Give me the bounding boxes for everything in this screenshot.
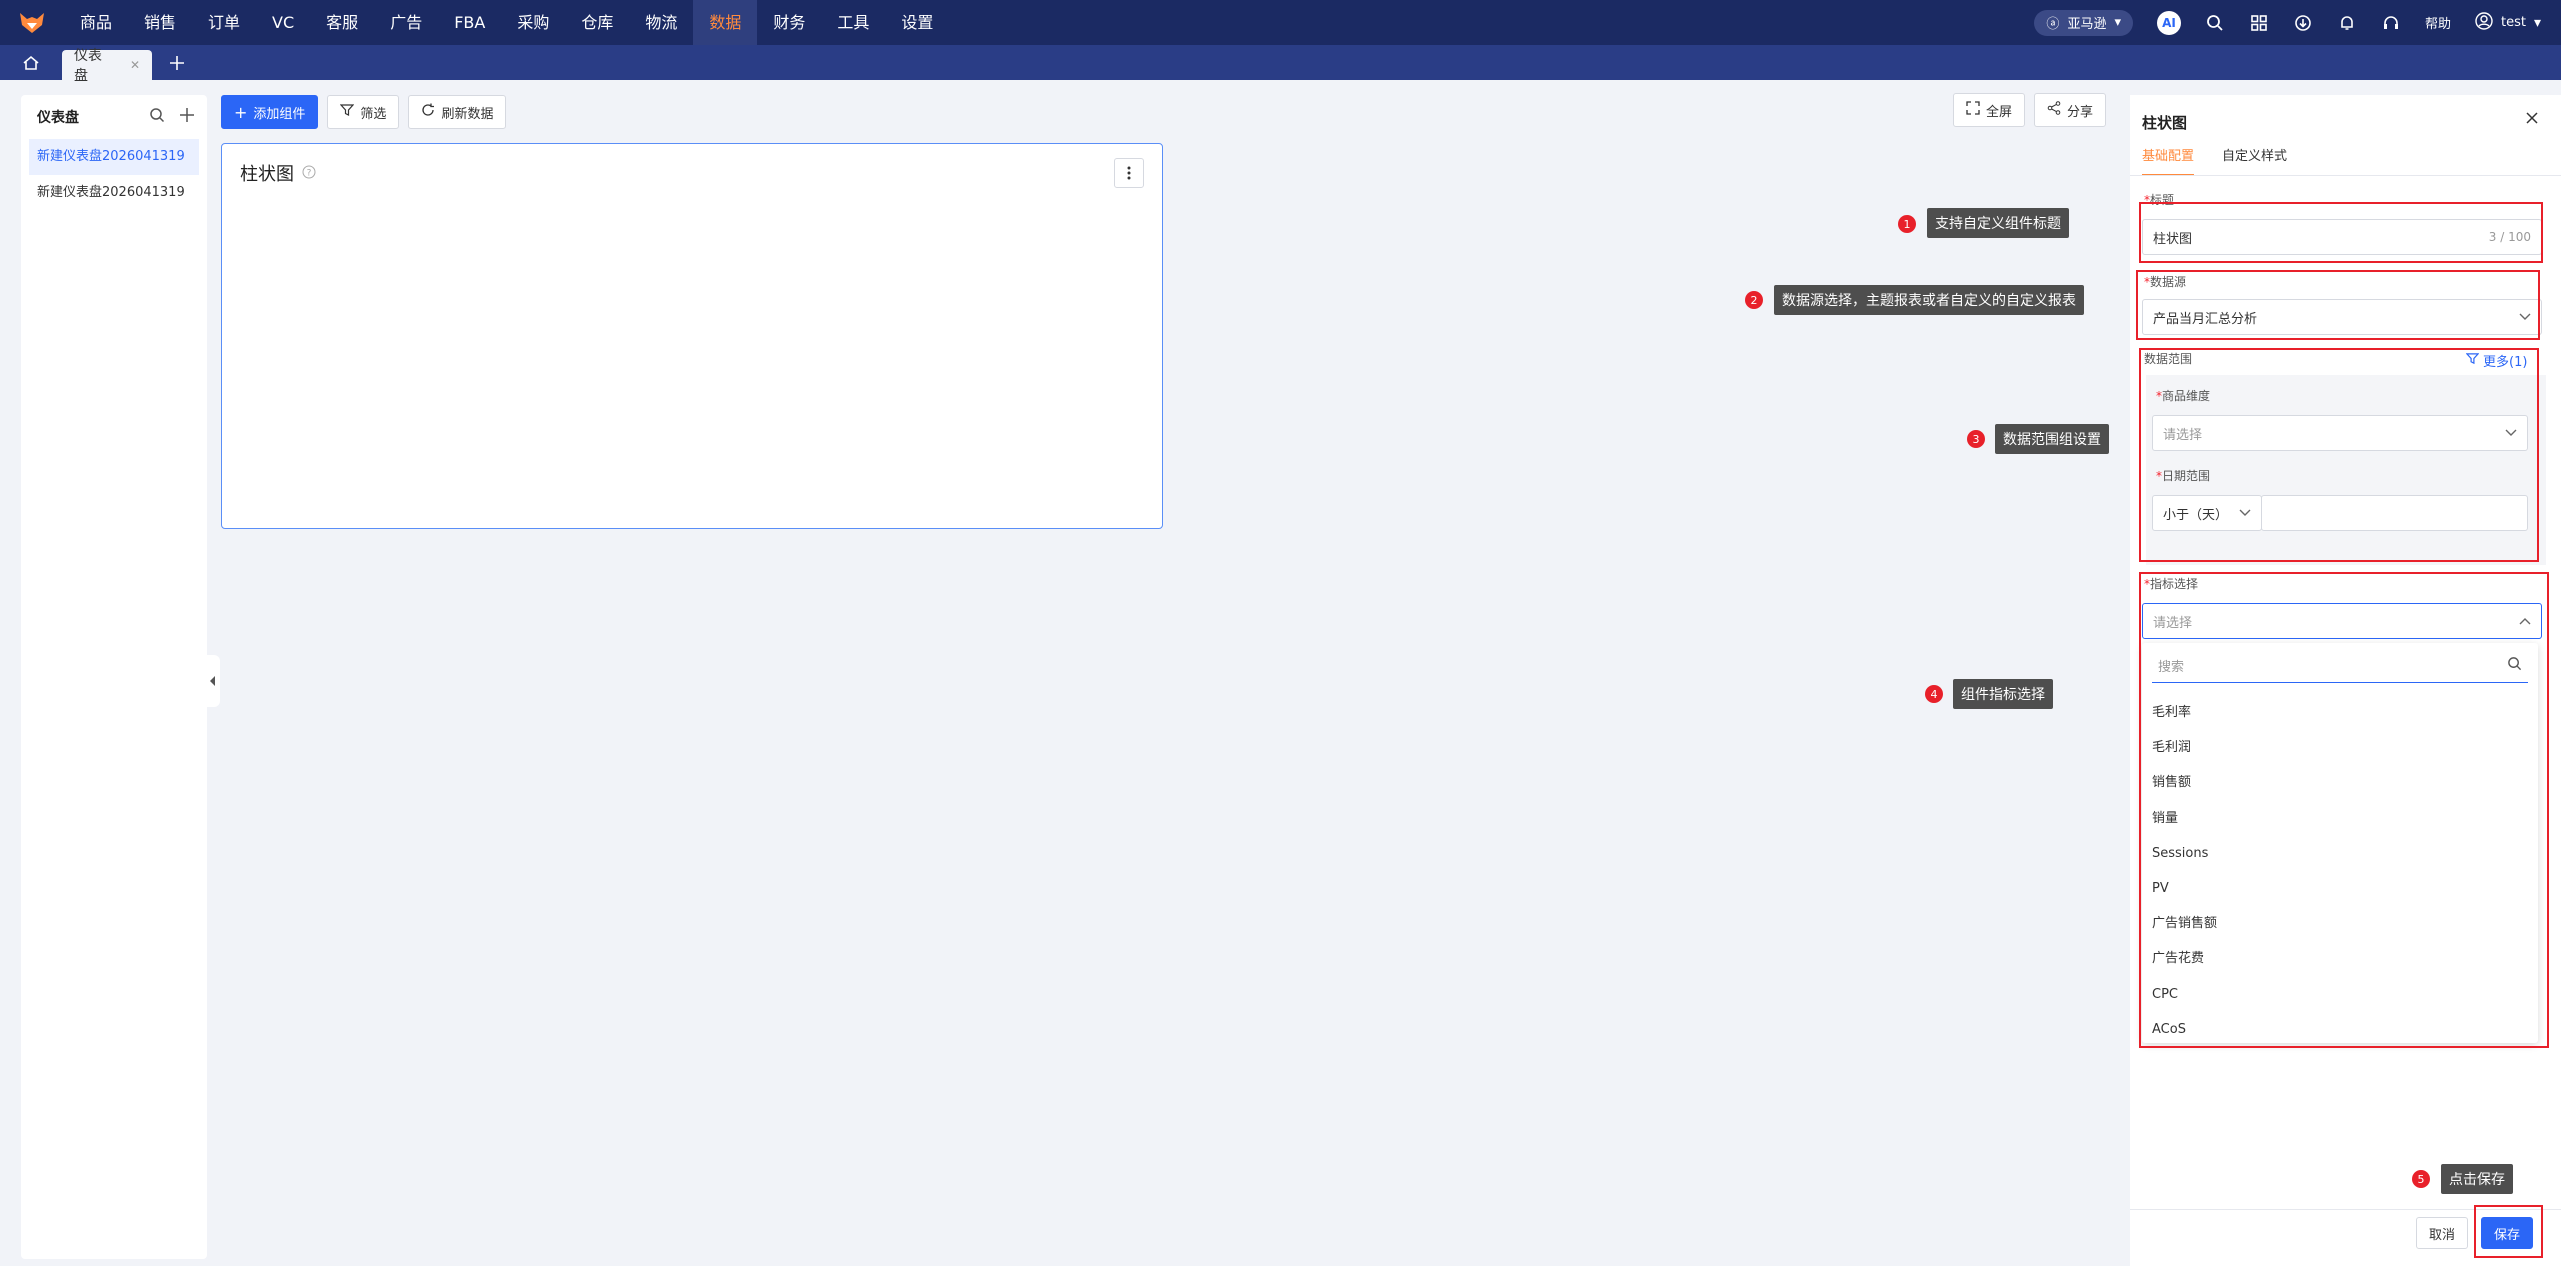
annotation-box-save	[2474, 1205, 2543, 1258]
nav-item-ads[interactable]: 广告	[374, 0, 438, 45]
annotation-tooltip: 数据范围组设置	[1995, 424, 2109, 454]
nav-item-logistics[interactable]: 物流	[629, 0, 693, 45]
dashboard-toolbar-right: 全屏 分享	[1953, 93, 2107, 127]
user-name: test	[2501, 15, 2526, 30]
annotation-box-metric	[2139, 572, 2549, 1048]
main-menu: 商品 销售 订单 VC 客服 广告 FBA 采购 仓库 物流 数据 财务 工具 …	[64, 0, 949, 45]
apps-grid-icon[interactable]	[2249, 13, 2269, 33]
annotation-box-title	[2139, 202, 2543, 263]
nav-item-tools[interactable]: 工具	[821, 0, 885, 45]
ai-assistant-icon[interactable]: AI	[2156, 10, 2181, 35]
download-icon[interactable]	[2293, 13, 2313, 33]
home-icon[interactable]	[0, 45, 62, 80]
dashboard-list-panel: 仪表盘 新建仪表盘2026041319 新建仪表盘2026041319	[21, 95, 207, 1259]
add-tab-icon[interactable]	[152, 45, 202, 80]
help-link[interactable]: 帮助	[2425, 13, 2451, 32]
user-menu[interactable]: test ▾	[2475, 11, 2541, 34]
search-icon[interactable]	[2205, 13, 2225, 33]
annotation-badge: 1	[1898, 215, 1916, 233]
nav-item-orders[interactable]: 订单	[192, 0, 256, 45]
fullscreen-icon	[1966, 101, 1980, 119]
config-tabs: 基础配置 自定义样式	[2142, 145, 2287, 176]
close-icon[interactable]	[2525, 111, 2539, 129]
add-widget-label: 添加组件	[253, 106, 306, 122]
filter-label: 筛选	[360, 106, 387, 122]
headset-icon[interactable]	[2381, 13, 2401, 33]
dashboard-list-item[interactable]: 新建仪表盘2026041319	[29, 139, 199, 175]
share-button[interactable]: 分享	[2034, 93, 2107, 127]
help-icon[interactable]: ?	[302, 163, 316, 184]
nav-item-warehouse[interactable]: 仓库	[565, 0, 629, 45]
tab-dashboard[interactable]: 仪表盘 ✕	[62, 48, 152, 84]
nav-item-settings[interactable]: 设置	[885, 0, 949, 45]
svg-text:?: ?	[307, 168, 312, 178]
plus-icon: +	[234, 102, 248, 122]
collapse-panel-icon[interactable]	[206, 655, 220, 707]
nav-item-sales[interactable]: 销售	[128, 0, 192, 45]
fullscreen-label: 全屏	[1986, 104, 2013, 120]
widget-title: 柱状图	[240, 164, 294, 185]
filter-icon	[340, 103, 355, 121]
refresh-label: 刷新数据	[441, 106, 494, 122]
store-name: 亚马逊	[2067, 17, 2107, 32]
nav-item-vc[interactable]: VC	[256, 0, 310, 45]
annotation-badge: 2	[1745, 291, 1763, 309]
caret-down-icon: ▾	[2114, 15, 2121, 30]
page-tab-bar: 仪表盘 ✕	[0, 45, 2561, 84]
annotation-box-source	[2136, 270, 2540, 340]
tab-custom-style[interactable]: 自定义样式	[2222, 145, 2287, 176]
tab-label: 仪表盘	[74, 48, 102, 84]
more-vertical-icon[interactable]	[1114, 158, 1144, 188]
cancel-button[interactable]: 取消	[2416, 1217, 2469, 1249]
annotation-box-scope	[2139, 348, 2539, 562]
bell-icon[interactable]	[2337, 13, 2357, 33]
search-icon[interactable]	[149, 107, 165, 127]
add-widget-button[interactable]: + 添加组件	[221, 95, 319, 129]
user-avatar-icon	[2475, 11, 2493, 34]
nav-item-products[interactable]: 商品	[64, 0, 128, 45]
nav-item-purchase[interactable]: 采购	[501, 0, 565, 45]
share-icon	[2047, 101, 2061, 119]
store-switcher[interactable]: ⓐ 亚马逊 ▾	[2034, 9, 2133, 36]
amazon-icon: ⓐ	[2046, 17, 2060, 32]
annotation-tooltip: 数据源选择，主题报表或者自定义的自定义报表	[1774, 285, 2084, 315]
top-nav: 商品 销售 订单 VC 客服 广告 FBA 采购 仓库 物流 数据 财务 工具 …	[0, 0, 2561, 45]
divider	[2130, 175, 2561, 176]
caret-down-icon: ▾	[2533, 14, 2541, 31]
nav-item-finance[interactable]: 财务	[757, 0, 821, 45]
annotation-badge: 3	[1967, 430, 1985, 448]
dashboard-list-header: 仪表盘	[21, 95, 207, 139]
dashboard-list-title: 仪表盘	[37, 110, 79, 126]
nav-item-data[interactable]: 数据	[693, 0, 758, 45]
annotation-tooltip: 支持自定义组件标题	[1927, 208, 2069, 238]
refresh-icon	[421, 103, 435, 121]
fox-logo-icon[interactable]	[0, 0, 64, 45]
add-icon[interactable]	[179, 107, 195, 127]
close-icon[interactable]: ✕	[130, 58, 140, 72]
annotation-badge: 5	[2412, 1170, 2430, 1188]
bar-chart-widget[interactable]: 柱状图 ?	[221, 143, 1163, 529]
share-label: 分享	[2067, 104, 2094, 120]
top-right-tools: ⓐ 亚马逊 ▾ AI 帮助 test ▾	[2034, 0, 2541, 45]
nav-item-fba[interactable]: FBA	[438, 0, 501, 45]
panel-title: 柱状图	[2142, 114, 2188, 132]
annotation-tooltip: 组件指标选择	[1953, 679, 2053, 709]
refresh-data-button[interactable]: 刷新数据	[408, 95, 507, 129]
tab-basic-config[interactable]: 基础配置	[2142, 145, 2195, 176]
dashboard-toolbar: + 添加组件 筛选 刷新数据	[221, 95, 507, 129]
dashboard-list-item[interactable]: 新建仪表盘2026041319	[29, 175, 199, 211]
fullscreen-button[interactable]: 全屏	[1953, 93, 2026, 127]
annotation-badge: 4	[1925, 685, 1943, 703]
annotation-tooltip: 点击保存	[2441, 1164, 2513, 1194]
nav-item-service[interactable]: 客服	[310, 0, 374, 45]
filter-button[interactable]: 筛选	[327, 95, 400, 129]
